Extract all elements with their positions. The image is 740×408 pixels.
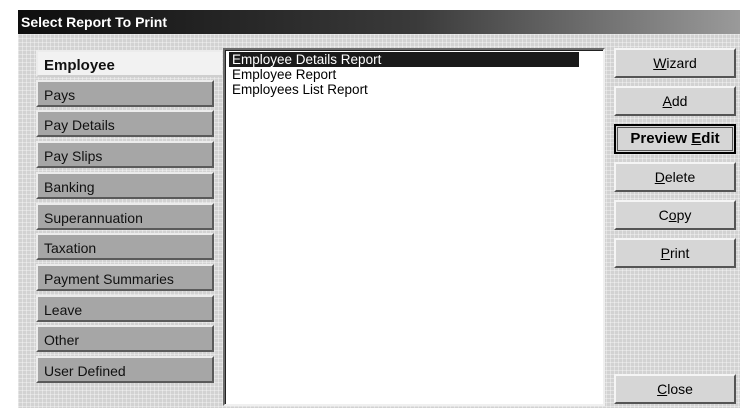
print-button[interactable]: Print xyxy=(614,238,736,268)
tab-employee[interactable]: Employee xyxy=(36,50,222,77)
tab-banking[interactable]: Banking xyxy=(36,172,214,199)
wizard-button[interactable]: Wizard xyxy=(614,48,736,78)
preview-edit-button-accesskey: E xyxy=(691,130,702,147)
report-item-employees-list[interactable]: Employees List Report xyxy=(229,82,371,97)
add-button-accesskey: A xyxy=(662,93,672,109)
tab-payment-summaries[interactable]: Payment Summaries xyxy=(36,264,214,291)
copy-button-label-pre: C xyxy=(658,207,669,223)
report-item-employee[interactable]: Employee Report xyxy=(229,67,339,82)
tab-taxation[interactable]: Taxation xyxy=(36,233,214,260)
wizard-button-label-post: izard xyxy=(666,55,697,71)
tab-superannuation[interactable]: Superannuation xyxy=(36,203,214,230)
copy-button-accesskey: o xyxy=(668,207,677,223)
wizard-button-accesskey: W xyxy=(653,55,667,71)
dialog-title: Select Report To Print xyxy=(18,10,740,34)
close-button-accesskey: C xyxy=(657,381,668,397)
close-button-label-post: lose xyxy=(667,381,693,397)
tab-other[interactable]: Other xyxy=(36,325,214,352)
dialog-body: Employee Pays Pay Details Pay Slips Bank… xyxy=(18,34,740,408)
print-button-accesskey: P xyxy=(660,245,670,261)
preview-edit-button-label-post: dit xyxy=(701,130,720,147)
copy-button-label-post: py xyxy=(676,207,692,223)
report-item-employee-details[interactable]: Employee Details Report xyxy=(228,51,580,68)
preview-edit-button-label-pre: Preview xyxy=(630,130,692,147)
add-button-label-post: dd xyxy=(671,93,688,109)
tab-pays[interactable]: Pays xyxy=(36,80,214,107)
tab-pay-details[interactable]: Pay Details xyxy=(36,110,214,137)
report-list[interactable]: Employee Details Report Employee Report … xyxy=(223,48,605,406)
report-dialog: Select Report To Print Employee Pays Pay… xyxy=(18,10,740,408)
tab-leave[interactable]: Leave xyxy=(36,295,214,322)
tab-user-defined[interactable]: User Defined xyxy=(36,356,214,383)
copy-button[interactable]: Copy xyxy=(614,200,736,230)
delete-button-accesskey: D xyxy=(654,169,665,185)
tab-pay-slips[interactable]: Pay Slips xyxy=(36,141,214,168)
add-button[interactable]: Add xyxy=(614,86,736,116)
preview-edit-button[interactable]: Preview Edit xyxy=(614,124,736,154)
delete-button[interactable]: Delete xyxy=(614,162,736,192)
close-button[interactable]: Close xyxy=(614,374,736,404)
print-button-label-post: rint xyxy=(669,245,690,261)
delete-button-label-post: elete xyxy=(664,169,696,185)
